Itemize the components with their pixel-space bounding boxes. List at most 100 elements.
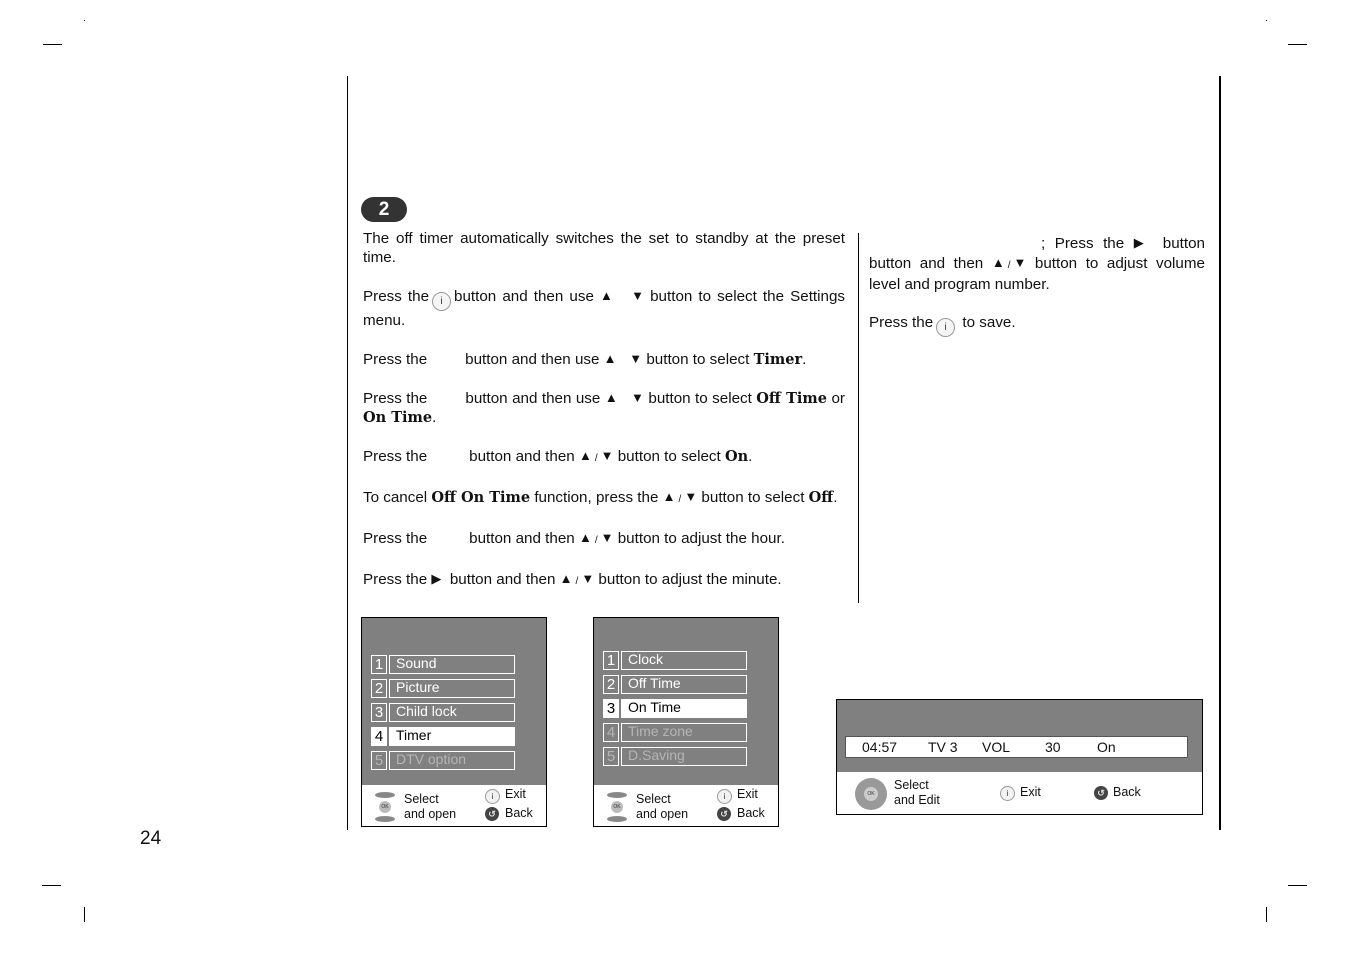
step-text: Press the	[869, 314, 934, 331]
right-column: ; Press the ▶ button button and then ▲ / ▼…	[869, 233, 1205, 337]
crop-mark	[42, 885, 61, 886]
exit-label: Exit	[505, 787, 526, 801]
crop-mark	[84, 907, 85, 922]
nav-pad-icon: OK	[606, 792, 628, 822]
right-frame-rule	[1219, 76, 1221, 830]
source-value[interactable]: TV 3	[928, 737, 958, 757]
settings-menu-footer: OK Select and open i Exit ↺ Back	[362, 785, 546, 826]
item-number: 2	[371, 679, 387, 698]
step-7: ; Press the ▶ button button and then ▲ / ▼…	[869, 235, 1205, 293]
cancel-note: To cancel Off On Time function, press th…	[363, 487, 845, 509]
step-text: button to select	[646, 351, 750, 368]
state-value[interactable]: On	[1097, 737, 1116, 757]
info-button-icon: i	[432, 292, 452, 311]
up-arrow-icon: ▲	[604, 390, 618, 405]
item-number: 1	[371, 655, 387, 674]
step-text: button and then	[469, 448, 575, 465]
footer-label: Select	[894, 778, 929, 792]
punct: .	[432, 409, 437, 426]
step-text: button and then use	[465, 390, 601, 407]
step-text: function, press the	[534, 489, 659, 506]
up-arrow-icon: ▲	[578, 448, 592, 463]
volume-value[interactable]: 30	[1045, 737, 1061, 757]
step-text: button to select	[617, 448, 721, 465]
info-button-icon: i	[936, 318, 956, 337]
exit-label: Exit	[1020, 785, 1041, 799]
down-arrow-icon: ▼	[629, 351, 643, 366]
keyword-timer: Timer	[753, 351, 803, 368]
down-arrow-icon: ▼	[581, 571, 595, 586]
step-text: button and then use	[465, 351, 600, 368]
up-arrow-icon: ▲	[662, 489, 676, 504]
step-5: Press the button and then ▲ / ▼ button to a…	[363, 528, 845, 550]
keyword-on-time: On Time	[363, 409, 433, 426]
up-arrow-icon: ▲	[991, 255, 1005, 270]
footer-label: and open	[404, 807, 457, 821]
crop-mark	[1288, 885, 1307, 886]
time-value[interactable]: 04:57	[862, 737, 897, 757]
back-icon: ↺	[485, 807, 499, 821]
ok-icon: OK	[611, 801, 623, 813]
select-open-label: Select and open	[404, 792, 456, 822]
select-edit-label: Select and Edit	[894, 778, 940, 808]
item-number: 4	[371, 727, 387, 746]
on-time-editor-osd: 04:57 TV 3 VOL 30 On OK Select and Edit …	[836, 699, 1203, 815]
keyword-off-time: Off Time	[756, 390, 827, 407]
item-label: DTV option	[389, 751, 515, 770]
left-frame-rule	[347, 76, 348, 830]
step-text: button and then	[869, 255, 984, 272]
settings-menu-osd: 1 Sound 2 Picture 3 Child lock 4 Timer 5…	[361, 617, 547, 827]
item-label: Sound	[389, 655, 515, 674]
slash: /	[1007, 260, 1011, 271]
item-number: 3	[603, 699, 619, 718]
down-arrow-icon: ▼	[631, 288, 645, 303]
step-2: Press the button and then use ▲ ▼ button …	[363, 349, 845, 369]
ok-icon: OK	[864, 787, 878, 801]
page-number: 24	[140, 828, 162, 849]
up-arrow-icon: ▲	[559, 571, 573, 586]
info-button-icon: i	[717, 789, 732, 804]
nav-pad-icon: OK	[374, 792, 396, 822]
crop-dot	[1266, 20, 1267, 21]
select-open-label: Select and open	[636, 792, 688, 822]
item-number: 5	[603, 747, 619, 766]
punct: .	[833, 489, 838, 506]
on-time-settings-bar[interactable]: 04:57 TV 3 VOL 30 On	[845, 736, 1188, 758]
right-arrow-icon: ▶	[1133, 235, 1144, 250]
crop-mark	[1288, 44, 1307, 45]
item-label: D.Saving	[621, 747, 747, 766]
punct: .	[802, 351, 807, 368]
step-text: Press the	[363, 571, 428, 588]
item-number: 2	[603, 675, 619, 694]
exit-label: Exit	[737, 787, 758, 801]
on-time-editor-footer: OK Select and Edit i Exit ↺ Back	[837, 772, 1202, 814]
keyword-off: Off	[808, 489, 834, 506]
right-arrow-icon: ▶	[431, 571, 442, 586]
step-1: Press the i button and then use ▲ ▼ button…	[363, 286, 845, 330]
step-text: To cancel	[363, 489, 428, 506]
slash: /	[678, 494, 682, 505]
item-label: Child lock	[389, 703, 515, 722]
step-text: ; Press the	[1041, 235, 1125, 252]
item-number: 1	[603, 651, 619, 670]
step-text: button and then use	[454, 288, 594, 305]
crop-mark	[1266, 907, 1267, 922]
step-3: Press the button and then use ▲ ▼ button …	[363, 388, 845, 427]
down-arrow-icon: ▼	[600, 448, 614, 463]
column-divider	[858, 233, 859, 603]
step-text: button and then	[469, 530, 575, 547]
back-icon: ↺	[717, 807, 731, 821]
item-number: 5	[371, 751, 387, 770]
back-label: Back	[1113, 785, 1141, 799]
down-arrow-icon: ▼	[684, 489, 698, 504]
step-8: Press the i to save.	[869, 313, 1205, 337]
footer-label: Select	[404, 792, 439, 806]
four-way-nav-pad-icon: OK	[855, 778, 889, 810]
ok-icon: OK	[379, 801, 391, 813]
slash: /	[594, 535, 598, 546]
item-label: On Time	[621, 699, 747, 718]
step-6: Press the ▶ button and then ▲ / ▼ button t…	[363, 569, 845, 591]
down-arrow-icon: ▼	[631, 390, 644, 405]
item-label: Timer	[389, 727, 515, 746]
step-text: button to select	[701, 489, 805, 506]
